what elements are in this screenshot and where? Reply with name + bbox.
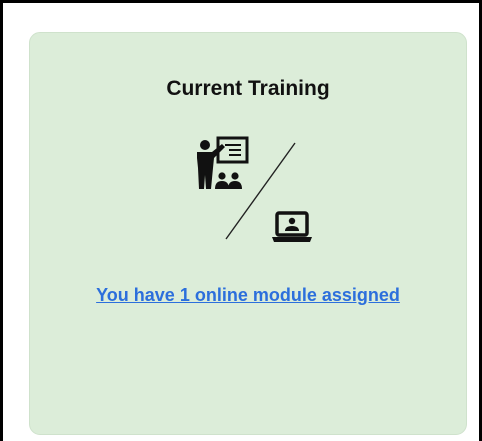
divider-slash [225,142,296,240]
students-icon [215,172,242,189]
in-person-vs-online-training-icon [197,136,312,242]
laptop-icon [272,211,312,242]
whiteboard-icon [216,136,249,164]
card-title: Current Training [166,77,330,100]
current-training-card: Current Training You have 1 online modul… [29,32,467,435]
assigned-modules-link[interactable]: You have 1 online module assigned [30,285,466,306]
widget-frame: Current Training You have 1 online modul… [0,0,482,441]
